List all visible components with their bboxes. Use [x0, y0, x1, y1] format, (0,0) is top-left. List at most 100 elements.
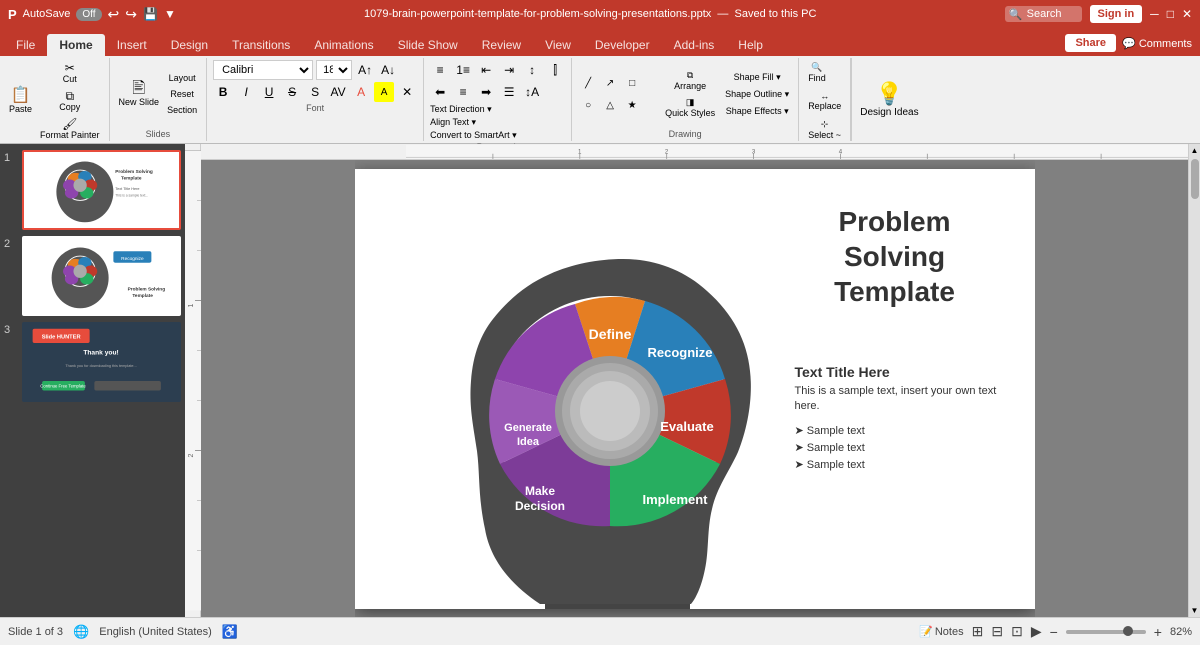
save-icon[interactable]: 💾	[143, 7, 158, 21]
shape-effects-button[interactable]: Shape Effects ▾	[722, 104, 792, 119]
search-box[interactable]: 🔍 Search	[1005, 6, 1082, 22]
text-direction-button[interactable]: ↕A	[522, 82, 542, 102]
slide-thumb-3[interactable]: Slide HUNTER Thank you! Thank you for do…	[22, 322, 181, 402]
notes-button[interactable]: 📝 Notes	[919, 625, 963, 638]
paragraph-controls: ≡ 1≡ ⇤ ⇥ ↕ ⫿ ⬅ ≡ ➡ ☰ ↕A Text Direction ▾…	[430, 60, 565, 141]
slide-item-2[interactable]: 2 Recognize Problem Solving Templ	[4, 236, 181, 316]
increase-indent-button[interactable]: ⇥	[499, 60, 519, 80]
tab-addins[interactable]: Add-ins	[662, 34, 727, 56]
columns-button[interactable]: ⫿	[545, 60, 565, 80]
numbering-button[interactable]: 1≡	[453, 60, 473, 80]
editing-controls: 🔍 Find ↔ Replace ⊹ Select ~	[805, 60, 844, 142]
cut-button[interactable]: ✂ Cut	[37, 60, 103, 86]
slide-thumb-2[interactable]: Recognize Problem Solving Template	[22, 236, 181, 316]
shape-outline-button[interactable]: Shape Outline ▾	[722, 87, 792, 102]
star-shape[interactable]: ★	[622, 95, 642, 115]
rect-shape[interactable]: □	[622, 73, 642, 93]
scroll-up-arrow[interactable]: ▲	[1189, 144, 1200, 157]
presentation-view-button[interactable]: ▶	[1031, 623, 1042, 640]
undo-icon[interactable]: ↩	[108, 6, 120, 23]
find-button[interactable]: 🔍 Find	[805, 60, 829, 85]
customize-icon[interactable]: ▼	[164, 7, 176, 21]
tab-insert[interactable]: Insert	[105, 34, 159, 56]
accessibility-icon[interactable]: ♿	[222, 624, 238, 640]
copy-button[interactable]: ⧉ Copy	[37, 88, 103, 114]
slide-sorter-button[interactable]: ⊟	[991, 623, 1003, 640]
ribbon-share-area: Share 💬 Comments	[1065, 34, 1200, 56]
line-shape[interactable]: ╱	[578, 73, 598, 93]
font-size-select[interactable]: 18	[316, 60, 352, 80]
slide-canvas[interactable]: Define Recognize Evaluate Implement Impl…	[355, 169, 1035, 609]
tab-file[interactable]: File	[4, 34, 47, 56]
strikethrough-button[interactable]: S	[282, 82, 302, 102]
layout-button[interactable]: Layout	[164, 71, 200, 85]
share-button[interactable]: Share	[1065, 34, 1116, 52]
oval-shape[interactable]: ○	[578, 95, 598, 115]
slide-item-3[interactable]: 3 Slide HUNTER Thank you! Thank you for …	[4, 322, 181, 402]
char-spacing-button[interactable]: AV	[328, 82, 348, 102]
bold-button[interactable]: B	[213, 82, 233, 102]
text-shadow-button[interactable]: S	[305, 82, 325, 102]
replace-button[interactable]: ↔ Replace	[805, 89, 844, 113]
shape-fill-button[interactable]: Shape Fill ▾	[722, 70, 792, 85]
title-bar-right: 🔍 Search Sign in ─ □ ✕	[1005, 5, 1192, 23]
slide-thumb-1[interactable]: Problem Solving Template Text Title Here…	[22, 150, 181, 230]
ribbon-group-designer[interactable]: 💡 Design Ideas	[851, 58, 926, 141]
tab-view[interactable]: View	[533, 34, 583, 56]
increase-font-button[interactable]: A↑	[355, 60, 375, 80]
autosave-label: AutoSave	[23, 8, 71, 20]
right-scrollbar[interactable]: ▲ ▼	[1188, 144, 1200, 617]
scroll-down-arrow[interactable]: ▼	[1189, 604, 1200, 617]
tab-help[interactable]: Help	[726, 34, 775, 56]
format-painter-button[interactable]: 🖌 Format Painter	[37, 116, 103, 142]
slide-item-1[interactable]: 1 Problem Solving Templ	[4, 150, 181, 230]
redo-icon[interactable]: ↪	[125, 6, 137, 23]
zoom-slider[interactable]	[1066, 630, 1146, 634]
minimize-icon[interactable]: ─	[1150, 7, 1159, 21]
quick-styles-button[interactable]: ◨ Quick Styles	[662, 95, 718, 120]
zoom-out-button[interactable]: −	[1050, 624, 1058, 640]
align-left-button[interactable]: ⬅	[430, 82, 450, 102]
triangle-shape[interactable]: △	[600, 95, 620, 115]
paste-button[interactable]: 📋 Paste	[6, 86, 35, 116]
scroll-thumb[interactable]	[1191, 159, 1199, 199]
justify-button[interactable]: ☰	[499, 82, 519, 102]
bullets-button[interactable]: ≡	[430, 60, 450, 80]
line-spacing-button[interactable]: ↕	[522, 60, 542, 80]
tab-home[interactable]: Home	[47, 34, 104, 56]
zoom-in-button[interactable]: +	[1154, 624, 1162, 640]
underline-button[interactable]: U	[259, 82, 279, 102]
italic-button[interactable]: I	[236, 82, 256, 102]
paste-icon: 📋	[11, 88, 31, 104]
signin-button[interactable]: Sign in	[1090, 5, 1143, 23]
tab-transitions[interactable]: Transitions	[220, 34, 302, 56]
align-right-button[interactable]: ➡	[476, 82, 496, 102]
tab-animations[interactable]: Animations	[302, 34, 385, 56]
normal-view-button[interactable]: ⊞	[972, 623, 984, 640]
align-center-button[interactable]: ≡	[453, 82, 473, 102]
tab-developer[interactable]: Developer	[583, 34, 662, 56]
decrease-font-button[interactable]: A↓	[378, 60, 398, 80]
arrow-shape[interactable]: ↗	[600, 73, 620, 93]
select-button[interactable]: ⊹ Select ~	[805, 117, 844, 142]
highlight-button[interactable]: A	[374, 82, 394, 102]
comments-button[interactable]: 💬 Comments	[1122, 37, 1192, 50]
tab-review[interactable]: Review	[470, 34, 533, 56]
reading-view-button[interactable]: ⊡	[1011, 623, 1023, 640]
new-slide-button[interactable]: 🖹 New Slide	[116, 79, 163, 109]
close-icon[interactable]: ✕	[1182, 7, 1192, 21]
section-button[interactable]: Section	[164, 103, 200, 117]
decrease-indent-button[interactable]: ⇤	[476, 60, 496, 80]
replace-icon: ↔	[820, 91, 829, 101]
restore-icon[interactable]: □	[1167, 7, 1174, 21]
tab-slideshow[interactable]: Slide Show	[386, 34, 470, 56]
reset-button[interactable]: Reset	[164, 87, 200, 101]
ribbon-group-editing: 🔍 Find ↔ Replace ⊹ Select ~ Editing	[799, 58, 851, 141]
zoom-level[interactable]: 82%	[1170, 626, 1192, 638]
autosave-toggle[interactable]: Off	[76, 8, 101, 21]
font-name-select[interactable]: Calibri	[213, 60, 313, 80]
arrange-button[interactable]: ⧉ Arrange	[662, 68, 718, 93]
tab-design[interactable]: Design	[159, 34, 220, 56]
clear-format-button[interactable]: ✕	[397, 82, 417, 102]
font-color-button[interactable]: A	[351, 82, 371, 102]
